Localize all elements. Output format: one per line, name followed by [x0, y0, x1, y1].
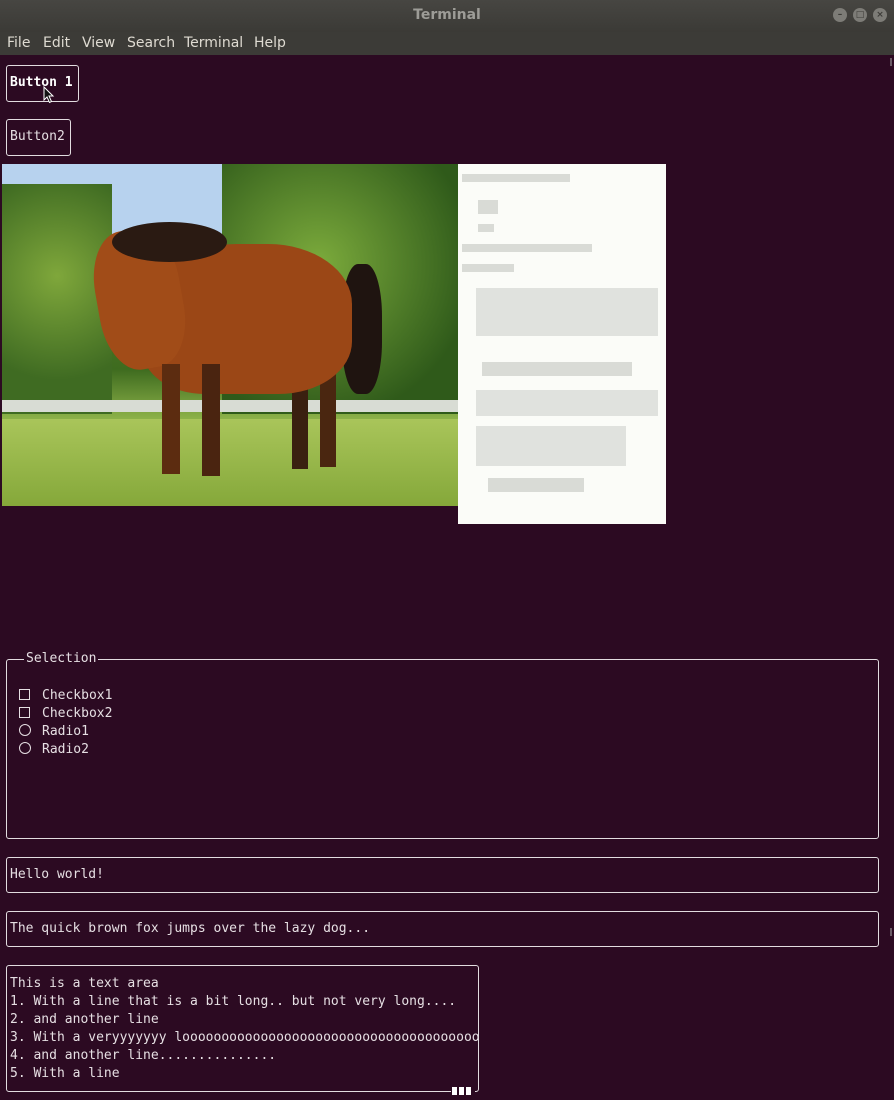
menu-terminal[interactable]: Terminal	[184, 35, 243, 51]
hello-input[interactable]: Hello world!	[6, 857, 879, 893]
checkbox-icon[interactable]	[19, 689, 30, 700]
text-area-line: 5. With a line	[10, 1066, 120, 1081]
window-title: Terminal	[413, 7, 481, 23]
selection-frame	[6, 659, 879, 839]
text-area-line: 2. and another line	[10, 1012, 159, 1027]
text-area-line: 4. and another line...............	[10, 1048, 277, 1063]
window-titlebar[interactable]: Terminal – □ ×	[0, 0, 894, 33]
text-area[interactable]: This is a text area 1. With a line that …	[6, 965, 479, 1092]
menu-edit[interactable]: Edit	[43, 35, 70, 51]
image-area	[2, 164, 666, 524]
resize-handle-icon[interactable]	[451, 1087, 475, 1095]
selection-legend: Selection	[24, 651, 99, 666]
horse-photo	[2, 164, 458, 506]
menu-view[interactable]: View	[82, 35, 115, 51]
scrollbar-bottom-mark[interactable]	[890, 928, 892, 936]
radio-1[interactable]: Radio1	[19, 723, 89, 741]
text-area-line: This is a text area	[10, 976, 159, 991]
radio-2-label: Radio2	[42, 742, 89, 757]
radio-2[interactable]: Radio2	[19, 741, 89, 759]
checkbox-1-label: Checkbox1	[42, 688, 113, 703]
menu-help[interactable]: Help	[254, 35, 286, 51]
fox-input[interactable]: The quick brown fox jumps over the lazy …	[6, 911, 879, 947]
radio-icon[interactable]	[19, 724, 31, 736]
minimize-icon[interactable]: –	[833, 8, 847, 22]
mouse-pointer-icon	[43, 86, 55, 104]
maximize-icon[interactable]: □	[853, 8, 867, 22]
radio-icon[interactable]	[19, 742, 31, 754]
checkbox-1[interactable]: Checkbox1	[19, 687, 112, 705]
checkbox-2[interactable]: Checkbox2	[19, 705, 112, 723]
text-area-line: 3. With a veryyyyyyy loooooooooooooooooo…	[10, 1030, 479, 1045]
close-icon[interactable]: ×	[873, 8, 887, 22]
text-area-line: 1. With a line that is a bit long.. but …	[10, 994, 457, 1009]
scrollbar-top-mark[interactable]	[890, 58, 892, 66]
menu-file[interactable]: File	[7, 35, 30, 51]
menubar: File Edit View Search Terminal Help	[0, 32, 894, 55]
button-2[interactable]: Button2	[6, 119, 71, 156]
document-thumbnail	[458, 164, 666, 524]
checkbox-2-label: Checkbox2	[42, 706, 113, 721]
checkbox-icon[interactable]	[19, 707, 30, 718]
menu-search[interactable]: Search	[127, 35, 175, 51]
radio-1-label: Radio1	[42, 724, 89, 739]
